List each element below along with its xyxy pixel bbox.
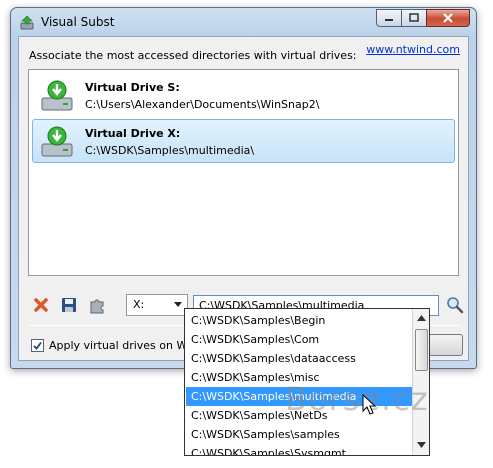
- chevron-down-icon: [174, 302, 182, 307]
- scroll-down-button[interactable]: [414, 437, 429, 452]
- drive-letter-select[interactable]: X:: [126, 294, 188, 316]
- chevron-up-icon: [417, 314, 426, 321]
- mouse-cursor-icon: [362, 394, 376, 415]
- drive-name: Virtual Drive X:: [85, 127, 181, 140]
- drive-icon: [41, 126, 73, 157]
- minimize-button[interactable]: [376, 9, 402, 27]
- close-icon: [443, 13, 453, 23]
- drive-path: C:\WSDK\Samples\multimedia\: [85, 144, 255, 157]
- puzzle-icon: [90, 299, 104, 314]
- drive-icon: [41, 80, 73, 111]
- title-bar[interactable]: Visual Subst: [11, 8, 476, 36]
- check-icon: [33, 341, 42, 350]
- delete-icon: [34, 298, 48, 312]
- website-link[interactable]: www.ntwind.com: [366, 43, 460, 56]
- close-button[interactable]: [426, 9, 470, 27]
- save-icon: [62, 298, 76, 312]
- watermark: Borse.cz: [285, 380, 429, 418]
- window-title: Visual Subst: [41, 15, 115, 29]
- delete-button[interactable]: [31, 295, 51, 315]
- drive-item-x[interactable]: Virtual Drive X: C:\WSDK\Samples\multime…: [32, 119, 455, 163]
- scroll-up-button[interactable]: [414, 310, 429, 325]
- apply-button[interactable]: [87, 295, 107, 315]
- maximize-button[interactable]: [401, 9, 427, 27]
- app-icon: [20, 15, 34, 30]
- dropdown-item[interactable]: C:\WSDK\Samples\Begin: [186, 311, 412, 330]
- drive-list[interactable]: Virtual Drive S: C:\Users\Alexander\Docu…: [28, 69, 459, 276]
- description-text: Associate the most accessed directories …: [29, 49, 357, 62]
- drive-path: C:\Users\Alexander\Documents\WinSnap2\: [85, 98, 320, 111]
- maximize-icon: [409, 13, 419, 22]
- drive-item-s[interactable]: Virtual Drive S: C:\Users\Alexander\Docu…: [32, 73, 455, 117]
- browse-icon[interactable]: [446, 296, 464, 314]
- apply-on-startup-checkbox[interactable]: [31, 339, 44, 352]
- drive-name: Virtual Drive S:: [85, 81, 180, 94]
- drive-letter-value: X:: [133, 298, 145, 311]
- minimize-icon: [385, 19, 393, 21]
- chevron-down-icon: [417, 441, 426, 448]
- dropdown-item[interactable]: C:\WSDK\Samples\Sysmgmt: [186, 444, 412, 455]
- dropdown-item[interactable]: C:\WSDK\Samples\dataaccess: [186, 349, 412, 368]
- scroll-thumb[interactable]: [415, 329, 428, 371]
- dropdown-item[interactable]: C:\WSDK\Samples\Com: [186, 330, 412, 349]
- save-button[interactable]: [59, 295, 79, 315]
